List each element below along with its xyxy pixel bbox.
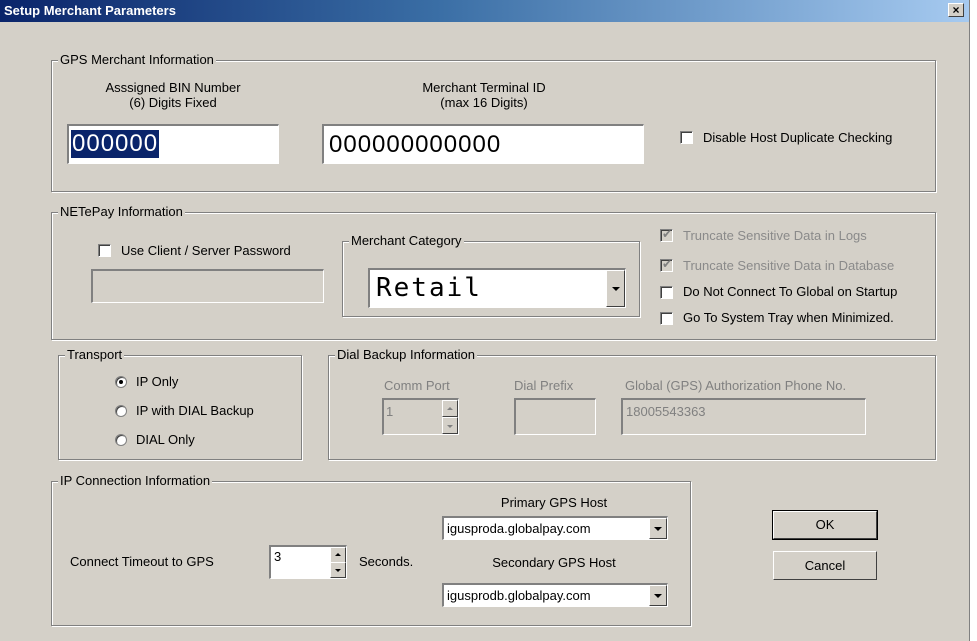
truncate-database-label[interactable]: Truncate Sensitive Data in Database — [683, 258, 894, 273]
seconds-label: Seconds. — [359, 554, 414, 569]
arrow-down-icon — [447, 424, 453, 428]
client-server-password-input[interactable] — [91, 269, 324, 303]
comm-port-label: Comm Port — [384, 378, 450, 393]
no-connect-startup-label[interactable]: Do Not Connect To Global on Startup — [683, 284, 897, 299]
bin-number-input[interactable]: 000000 — [67, 124, 279, 164]
timeout-down-button[interactable] — [330, 562, 346, 578]
radio-ip-only[interactable] — [115, 376, 127, 388]
comm-port-spinner[interactable]: 1 — [382, 398, 459, 435]
setup-merchant-dialog: Setup Merchant Parameters × GPS Merchant… — [0, 0, 970, 641]
connect-timeout-label: Connect Timeout to GPS — [70, 554, 214, 569]
chevron-down-icon — [611, 286, 620, 291]
chevron-down-icon — [654, 526, 662, 531]
phone-number-value: 18005543363 — [626, 404, 706, 419]
disable-duplicate-label[interactable]: Disable Host Duplicate Checking — [703, 130, 892, 145]
radio-dial-only-label[interactable]: DIAL Only — [136, 432, 195, 447]
connect-timeout-value: 3 — [274, 549, 282, 564]
truncate-logs-label[interactable]: Truncate Sensitive Data in Logs — [683, 228, 867, 243]
chevron-down-icon — [654, 593, 662, 598]
title-bar: Setup Merchant Parameters × — [0, 0, 969, 22]
close-icon: × — [952, 3, 960, 17]
radio-dial-only[interactable] — [115, 434, 127, 446]
dial-prefix-label: Dial Prefix — [514, 378, 574, 393]
client-server-checkbox[interactable] — [98, 244, 111, 257]
client-server-label[interactable]: Use Client / Server Password — [121, 243, 291, 258]
terminal-label-line2: (max 16 Digits) — [440, 95, 528, 110]
dial-backup-legend: Dial Backup Information — [335, 347, 478, 362]
window-title: Setup Merchant Parameters — [4, 3, 176, 18]
ip-connection-legend: IP Connection Information — [58, 473, 213, 488]
primary-host-value: igusproda.globalpay.com — [447, 521, 591, 536]
bin-label-line1: Asssigned BIN Number — [105, 80, 241, 95]
radio-selected-dot — [119, 380, 123, 384]
bin-number-value: 000000 — [71, 130, 160, 158]
merchant-category-legend: Merchant Category — [349, 233, 464, 248]
disable-duplicate-checkbox[interactable] — [680, 131, 693, 144]
primary-host-label: Primary GPS Host — [500, 495, 608, 510]
transport-legend: Transport — [65, 347, 125, 362]
close-button[interactable]: × — [948, 3, 964, 17]
checkmark-icon: ✔ — [662, 227, 673, 241]
primary-host-select[interactable]: igusproda.globalpay.com — [442, 516, 668, 540]
ok-button[interactable]: OK — [772, 510, 878, 540]
radio-ip-only-label[interactable]: IP Only — [136, 374, 178, 389]
system-tray-checkbox[interactable] — [660, 312, 673, 325]
ok-button-label: OK — [815, 517, 835, 532]
checkmark-icon: ✔ — [662, 257, 673, 271]
secondary-host-value: igusprodb.globalpay.com — [447, 588, 591, 603]
merchant-category-select[interactable]: Retail — [368, 268, 626, 308]
connect-timeout-spinner[interactable]: 3 — [269, 545, 347, 579]
merchant-category-value: Retail — [376, 273, 482, 303]
comm-port-up-button[interactable] — [442, 400, 458, 417]
gps-merchant-legend: GPS Merchant Information — [58, 52, 216, 67]
radio-ip-dial-backup[interactable] — [115, 405, 127, 417]
phone-number-label: Global (GPS) Authorization Phone No. — [625, 378, 847, 393]
netepay-legend: NETePay Information — [58, 204, 185, 219]
comm-port-value: 1 — [386, 404, 394, 419]
primary-host-dropdown-button[interactable] — [649, 518, 667, 539]
truncate-logs-checkbox[interactable]: ✔ — [660, 227, 673, 242]
secondary-host-dropdown-button[interactable] — [649, 585, 667, 606]
timeout-up-button[interactable] — [330, 547, 346, 563]
radio-ip-dial-backup-label[interactable]: IP with DIAL Backup — [136, 403, 254, 418]
terminal-id-value: 000000000000 — [329, 131, 502, 158]
secondary-host-label: Secondary GPS Host — [492, 555, 616, 570]
secondary-host-select[interactable]: igusprodb.globalpay.com — [442, 583, 668, 607]
arrow-up-icon — [335, 553, 341, 556]
merchant-category-dropdown-button[interactable] — [606, 270, 625, 307]
no-connect-startup-checkbox[interactable] — [660, 286, 673, 299]
system-tray-label[interactable]: Go To System Tray when Minimized. — [683, 310, 894, 325]
cancel-button-label: Cancel — [804, 558, 846, 573]
truncate-database-checkbox[interactable]: ✔ — [660, 257, 673, 272]
bin-label-line2: (6) Digits Fixed — [129, 95, 217, 110]
arrow-down-icon — [335, 569, 341, 572]
cancel-button[interactable]: Cancel — [773, 551, 877, 580]
terminal-label-line1: Merchant Terminal ID — [422, 80, 546, 95]
terminal-id-input[interactable]: 000000000000 — [322, 124, 644, 164]
phone-number-input[interactable]: 18005543363 — [621, 398, 866, 435]
arrow-up-icon — [447, 406, 453, 410]
comm-port-down-button[interactable] — [442, 417, 458, 434]
dial-prefix-input[interactable] — [514, 398, 596, 435]
